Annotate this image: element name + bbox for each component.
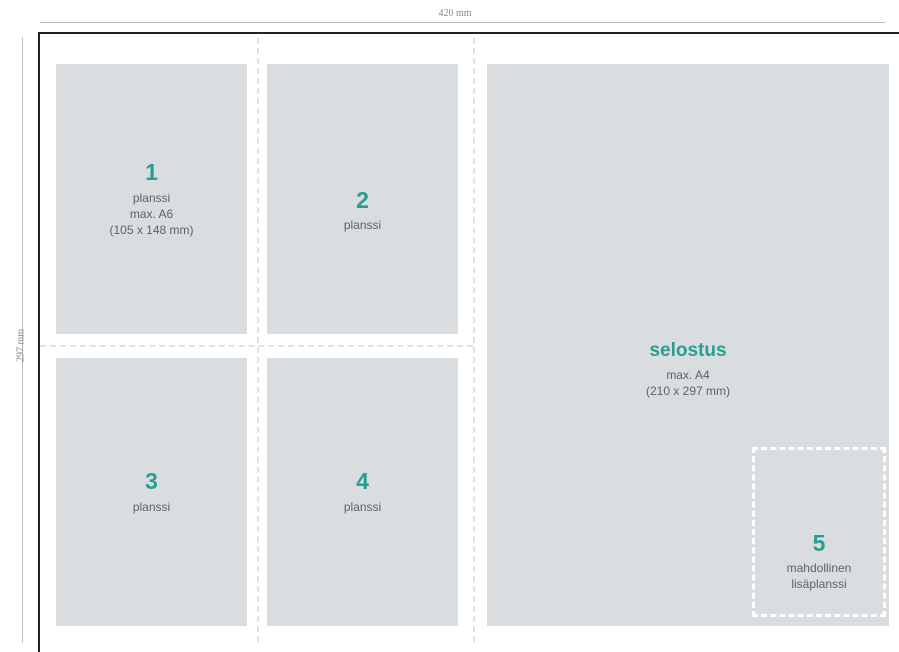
height-dimension-label: 297 mm — [15, 328, 27, 363]
panel-label: planssi — [132, 499, 171, 514]
optional-panel-5: 5 mahdollinen lisäplanssi — [752, 447, 886, 617]
panel-number: 2 — [356, 187, 369, 213]
panel-dimensions: (105 x 148 mm) — [109, 222, 194, 237]
panel-label: planssi — [132, 190, 171, 205]
cut-guide-vertical-1 — [257, 38, 259, 642]
optional-panel-label-1: mahdollinen — [786, 561, 852, 575]
cut-guide-horizontal — [40, 345, 473, 347]
panel-max-size: max. A6 — [129, 206, 174, 221]
selostus-max-size: max. A4 — [666, 367, 710, 382]
panel-number: 5 — [812, 529, 826, 556]
panel-3: 3 planssi — [56, 358, 247, 626]
panel-1: 1 planssi max. A6 (105 x 148 mm) — [56, 64, 247, 334]
optional-panel-label-2: lisäplanssi — [791, 577, 847, 591]
panel-label: planssi — [343, 218, 382, 233]
selostus-dimensions: (210 x 297 mm) — [645, 383, 731, 398]
panel-number: 3 — [145, 468, 158, 495]
panel-number: 4 — [356, 468, 369, 495]
panel-label: planssi — [343, 499, 382, 514]
panel-number: 1 — [145, 159, 158, 186]
panel-4: 4 planssi — [267, 358, 458, 626]
width-dimension-label: 420 mm — [438, 8, 472, 19]
width-dimension-line — [40, 22, 885, 23]
panel-2: 2 planssi — [267, 64, 458, 334]
selostus-title: selostus — [649, 340, 727, 361]
cut-guide-vertical-2 — [473, 38, 475, 642]
